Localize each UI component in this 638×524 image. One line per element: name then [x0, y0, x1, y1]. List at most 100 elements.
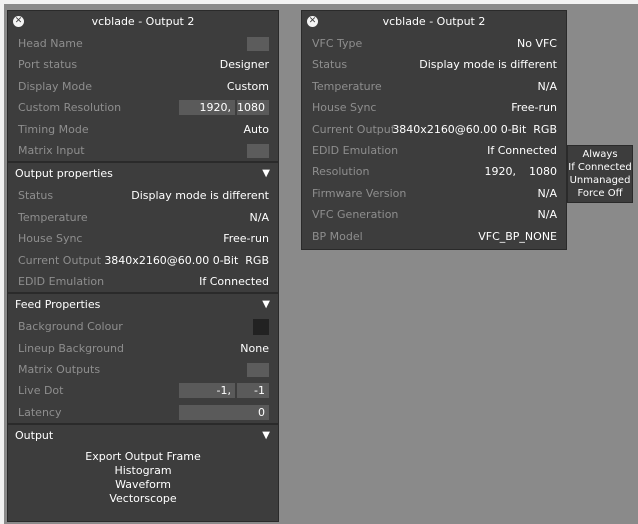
display-mode-row: Display Mode Custom: [8, 76, 278, 97]
output-actions: Export Output Frame Histogram Waveform V…: [8, 447, 278, 506]
current-output-label: Current Output: [312, 122, 396, 136]
house-sync-value: Free-run: [223, 232, 269, 246]
latency-label: Latency: [18, 405, 62, 419]
dropdown-option-force-off[interactable]: Force Off: [568, 187, 632, 200]
temperature-row: Temperature N/A: [8, 207, 278, 228]
temperature-label: Temperature: [18, 210, 88, 224]
vfc-generation-value: N/A: [537, 208, 557, 222]
current-output-row: Current Output 3840x2160@60.00 0-Bit RGB: [8, 250, 278, 271]
resolution-row: Resolution 1920, 1080: [302, 161, 566, 182]
dropdown-option-always[interactable]: Always: [568, 148, 632, 161]
close-icon[interactable]: ✕: [13, 16, 24, 27]
edid-emulation-dropdown: Always If Connected Unmanaged Force Off: [567, 145, 633, 203]
resolution-width: 1920,: [484, 165, 517, 179]
status-label: Status: [312, 58, 348, 72]
custom-resolution-width-input[interactable]: 1920,: [179, 100, 235, 116]
live-dot-row: Live Dot -1, -1: [8, 380, 278, 401]
timing-mode-row: Timing Mode Auto: [8, 119, 278, 140]
head-name-field[interactable]: [247, 37, 269, 51]
edid-emulation-row: EDID Emulation If Connected: [8, 271, 278, 292]
lineup-background-label: Lineup Background: [18, 341, 124, 355]
feed-properties-header[interactable]: Feed Properties ▼: [8, 292, 278, 316]
triangle-down-icon[interactable]: ▼: [262, 294, 270, 316]
bp-model-value: VFC_BP_NONE: [478, 229, 557, 243]
temperature-row: Temperature N/A: [302, 76, 566, 97]
current-output-label: Current Output: [18, 253, 102, 267]
triangle-down-icon[interactable]: ▼: [262, 163, 270, 185]
head-name-label: Head Name: [18, 37, 83, 50]
output-section-title: Output: [15, 429, 54, 443]
window-frame-top: [0, 0, 638, 4]
house-sync-value: Free-run: [511, 101, 557, 115]
bp-model-label: BP Model: [312, 229, 363, 243]
matrix-outputs-label: Matrix Outputs: [18, 363, 101, 377]
background-colour-swatch[interactable]: [253, 319, 269, 336]
output-properties-title: Output properties: [15, 167, 113, 181]
status-value: Display mode is different: [131, 189, 269, 203]
vfc-type-value: No VFC: [517, 37, 557, 50]
panel-titlebar[interactable]: ✕ vcblade - Output 2: [302, 11, 566, 33]
vfc-type-row: VFC Type No VFC: [302, 33, 566, 54]
status-label: Status: [18, 189, 54, 203]
dropdown-option-if-connected[interactable]: If Connected: [568, 161, 632, 174]
close-icon[interactable]: ✕: [307, 16, 318, 27]
timing-mode-label: Timing Mode: [18, 122, 89, 136]
house-sync-label: House Sync: [18, 232, 83, 246]
vectorscope-button[interactable]: Vectorscope: [8, 492, 278, 506]
latency-row: Latency 0: [8, 402, 278, 423]
live-dot-y-input[interactable]: -1: [237, 383, 269, 399]
firmware-version-row: Firmware Version N/A: [302, 183, 566, 204]
current-output-row: Current Output 3840x2160@60.00 0-Bit RGB: [302, 119, 566, 140]
vfc-generation-row: VFC Generation N/A: [302, 204, 566, 225]
background-colour-row: Background Colour: [8, 316, 278, 337]
background-colour-label: Background Colour: [18, 320, 123, 334]
latency-input[interactable]: 0: [179, 404, 269, 420]
dropdown-option-unmanaged[interactable]: Unmanaged: [568, 174, 632, 187]
display-mode-select[interactable]: Custom: [227, 76, 269, 97]
firmware-version-label: Firmware Version: [312, 186, 407, 200]
resolution-label: Resolution: [312, 165, 370, 179]
output-properties-header[interactable]: Output properties ▼: [8, 161, 278, 185]
custom-resolution-label: Custom Resolution: [18, 101, 122, 115]
edid-emulation-label: EDID Emulation: [312, 143, 399, 157]
lineup-background-row: Lineup Background None: [8, 338, 278, 359]
status-row: Status Display mode is different: [302, 54, 566, 75]
lineup-background-select[interactable]: None: [240, 338, 269, 359]
edid-emulation-select[interactable]: If Connected: [199, 271, 269, 292]
output-panel-right: ✕ vcblade - Output 2 VFC Type No VFC Sta…: [301, 10, 567, 250]
house-sync-label: House Sync: [312, 101, 377, 115]
feed-properties-title: Feed Properties: [15, 298, 101, 312]
port-status-row: Port status Designer: [8, 54, 278, 75]
panel-title: vcblade - Output 2: [91, 15, 195, 28]
panel-titlebar[interactable]: ✕ vcblade - Output 2: [8, 11, 278, 33]
vfc-generation-label: VFC Generation: [312, 208, 399, 222]
matrix-input-field[interactable]: [247, 143, 269, 158]
custom-resolution-height-input[interactable]: 1080: [237, 100, 269, 116]
house-sync-row: House Sync Free-run: [8, 228, 278, 249]
output-section-header[interactable]: Output ▼: [8, 423, 278, 447]
current-output-value: 3840x2160@60.00 0-Bit RGB: [104, 253, 269, 267]
edid-emulation-row: EDID Emulation If Connected: [302, 140, 566, 161]
output-panel-left: ✕ vcblade - Output 2 Head Name Port stat…: [7, 10, 279, 522]
panel-title: vcblade - Output 2: [382, 15, 486, 28]
timing-mode-select[interactable]: Auto: [243, 119, 269, 140]
window-frame-left: [0, 0, 4, 524]
triangle-down-icon[interactable]: ▼: [262, 425, 270, 447]
edid-emulation-select[interactable]: If Connected: [487, 140, 557, 161]
export-output-frame-button[interactable]: Export Output Frame: [8, 450, 278, 464]
firmware-version-value: N/A: [537, 186, 557, 200]
custom-resolution-row: Custom Resolution 1920, 1080: [8, 97, 278, 118]
temperature-value: N/A: [249, 210, 269, 224]
matrix-outputs-row: Matrix Outputs: [8, 359, 278, 380]
house-sync-row: House Sync Free-run: [302, 97, 566, 118]
vfc-type-label: VFC Type: [312, 37, 363, 50]
head-name-row: Head Name: [8, 33, 278, 54]
current-output-value: 3840x2160@60.00 0-Bit RGB: [392, 122, 557, 136]
histogram-button[interactable]: Histogram: [8, 464, 278, 478]
live-dot-x-input[interactable]: -1,: [179, 383, 235, 399]
matrix-outputs-field[interactable]: [247, 363, 269, 378]
display-mode-label: Display Mode: [18, 79, 93, 93]
waveform-button[interactable]: Waveform: [8, 478, 278, 492]
port-status-value[interactable]: Designer: [220, 54, 269, 75]
edid-emulation-label: EDID Emulation: [18, 274, 105, 288]
